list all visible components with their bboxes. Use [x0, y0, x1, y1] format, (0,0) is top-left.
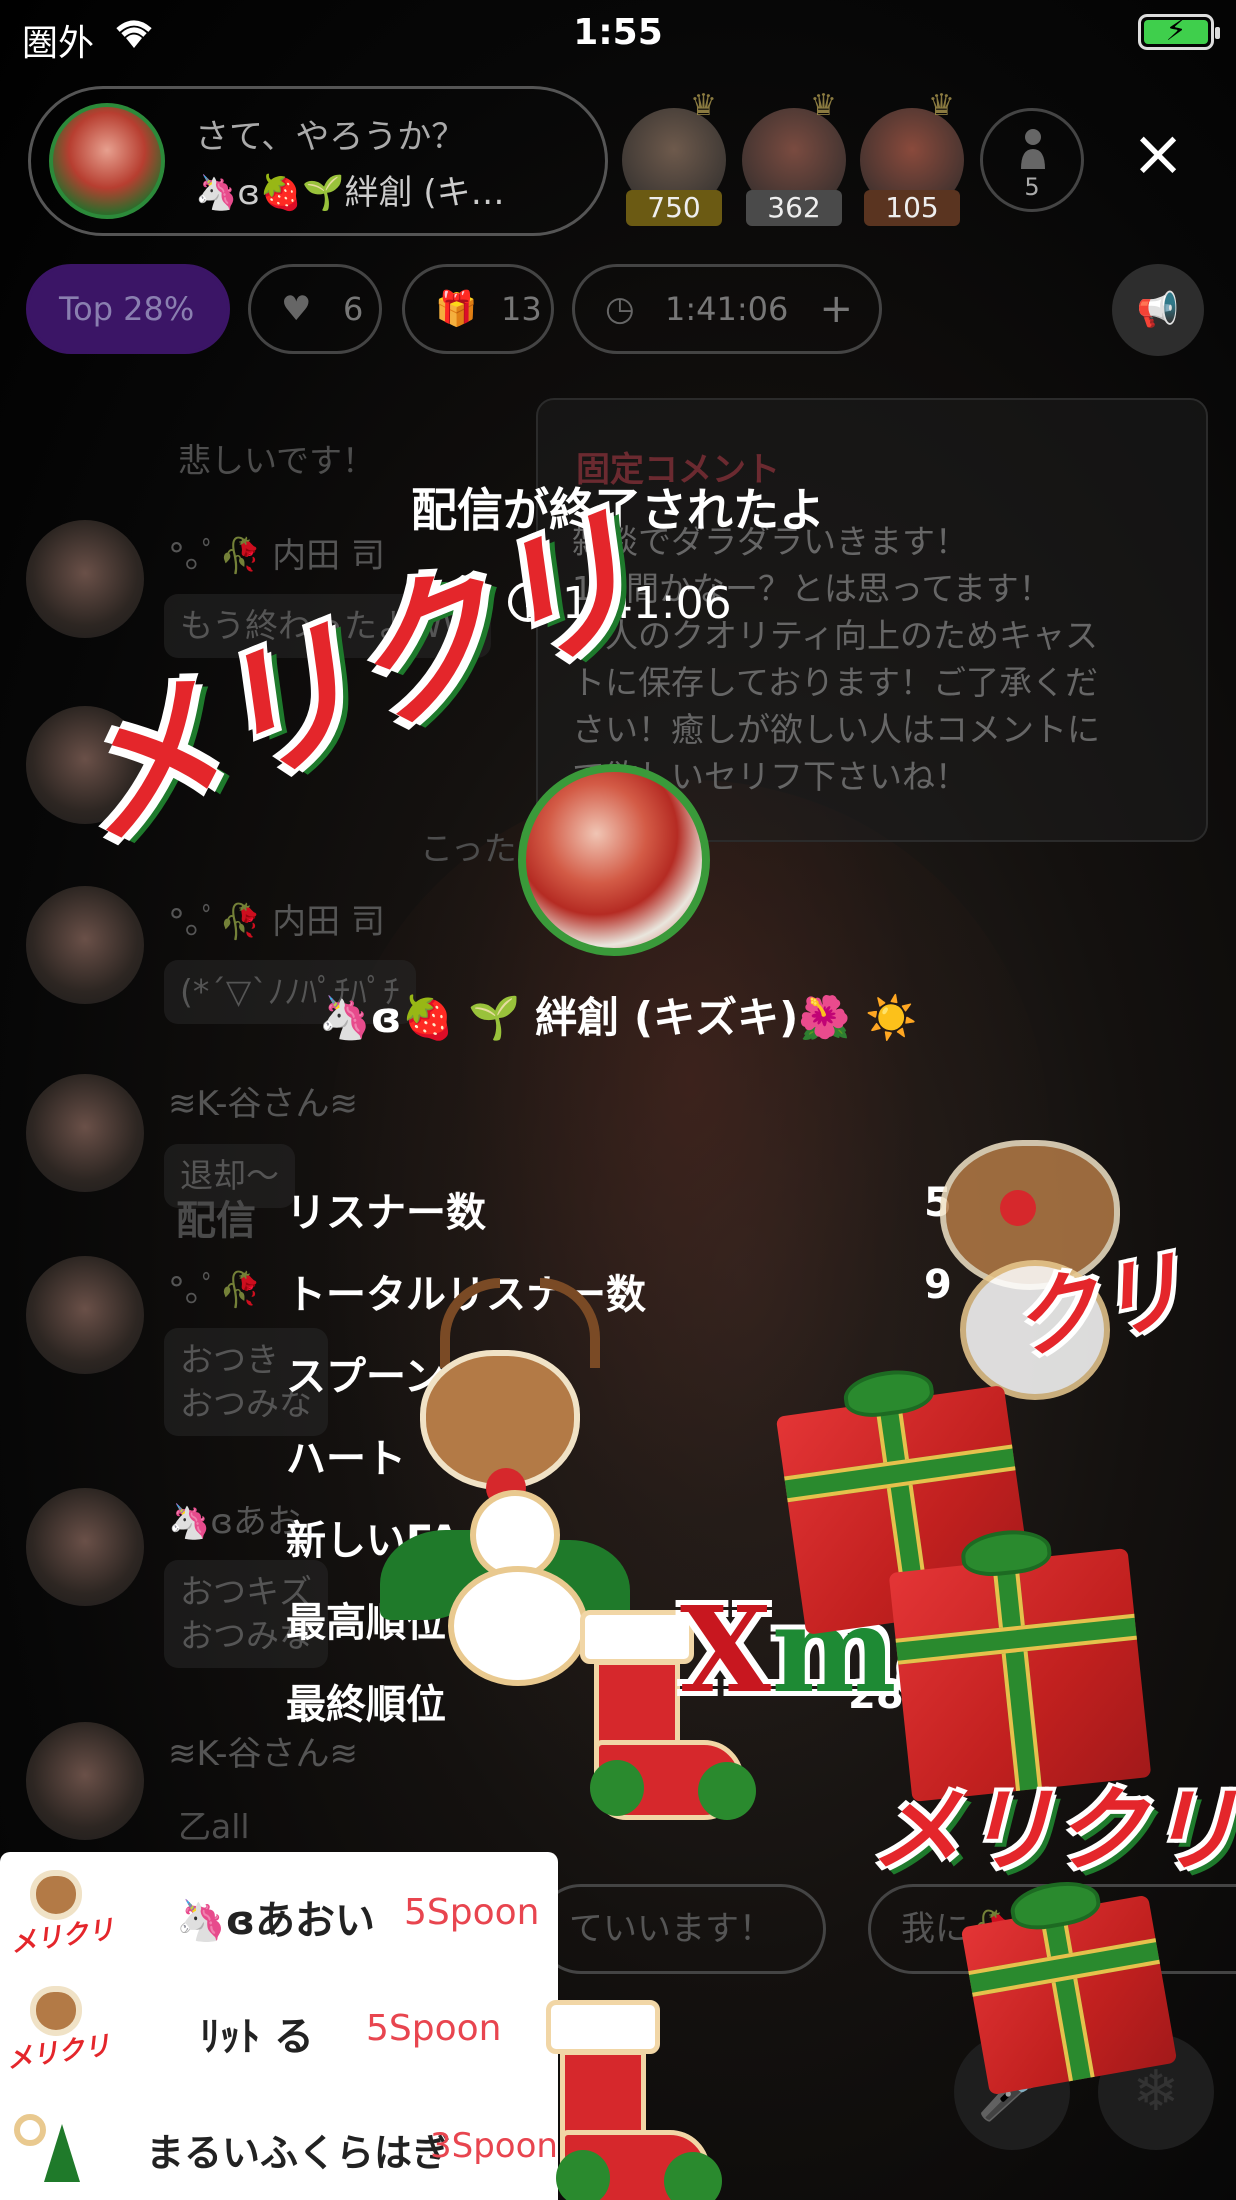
rank-1-avatar[interactable]: ♛ 750 — [622, 88, 726, 226]
heart-icon: ♥ — [281, 289, 312, 329]
listener-count-button[interactable]: 5 — [980, 108, 1084, 212]
reindeer-sticker-icon: メリクリ — [5, 1980, 112, 2080]
stream-ended-title: 配信が終了されたよ — [411, 483, 825, 537]
top-rank-pill[interactable]: Top 28% — [26, 264, 230, 354]
status-time: 1:55 — [573, 12, 663, 53]
heart-count-pill[interactable]: ♥ 6 — [248, 264, 382, 354]
dj-avatar[interactable] — [49, 103, 165, 219]
chat-username: 🦄ɞあお — [168, 1502, 301, 1542]
megaphone-icon[interactable]: 📢 — [1112, 264, 1204, 356]
stat-value-total-listeners: 9 — [924, 1262, 952, 1308]
rank-3-score: 105 — [864, 190, 960, 226]
stocking-sticker — [534, 1980, 734, 2200]
gift-sender: まるいふくらはぎ — [146, 2131, 451, 2175]
clock-icon: ◷ — [605, 289, 635, 329]
gift-amount: 5Spoon — [404, 1892, 540, 1933]
chat-avatar[interactable] — [26, 1074, 144, 1192]
gift-notification: まるいふくらはぎ 3Spoon — [0, 2088, 558, 2200]
status-bar: 圏外 1:55 ⚡ — [0, 0, 1236, 70]
snowman-tree-sticker-icon — [6, 2094, 106, 2194]
host-name: 🦄ɞ🍓 🌱 絆創 (キズキ)🌺 ☀️ — [318, 993, 918, 1042]
crown-icon: ♛ — [928, 88, 955, 123]
snowman-body — [448, 1566, 588, 1686]
chat-avatar[interactable] — [26, 1488, 144, 1606]
reindeer-sticker-icon: メリクリ — [6, 1864, 116, 1964]
merry-christmas-sticker: メリクリ — [870, 1777, 1236, 1884]
stat-label-listeners: リスナー数 — [286, 1190, 486, 1236]
chat-username: ≋K-谷さん≋ — [168, 1734, 358, 1774]
chat-avatar[interactable] — [26, 1722, 144, 1840]
listener-count: 5 — [1024, 173, 1040, 201]
stream-title: さて、やろうか？ — [195, 117, 466, 157]
faded-stream-label: 配信 — [176, 1198, 256, 1244]
chat-message: 乙all — [178, 1807, 250, 1846]
close-icon[interactable]: × — [1130, 122, 1186, 186]
battery-icon: ⚡ — [1138, 13, 1220, 50]
stat-label-spoons: スプーン — [286, 1354, 444, 1400]
rank-2-score: 362 — [746, 190, 842, 226]
quick-comment-pill[interactable]: ていいます！ — [536, 1884, 826, 1974]
gift-sender: 🦄ɞあおい — [176, 1898, 376, 1944]
crown-icon: ♛ — [690, 88, 717, 123]
top-percent: 28% — [123, 290, 195, 328]
chat-message: こった — [420, 829, 517, 868]
rank-3-avatar[interactable]: ♛ 105 — [860, 88, 964, 226]
gift-icon: 🎁 — [435, 289, 478, 329]
rank-2-avatar[interactable]: ♛ 362 — [742, 88, 846, 226]
reindeer-nose — [1000, 1190, 1036, 1226]
chat-username: ≋K-谷さん≋ — [168, 1084, 358, 1124]
chat-username: °｡ﾟ🥀 — [168, 1270, 262, 1310]
gift-notification-panel: メリクリ 🦄ɞあおい 5Spoon メリクリ ﾘｯﾄ る 5Spoon まるいふ… — [0, 1852, 558, 2200]
elapsed-time: 1:41:06 — [665, 290, 789, 328]
gift-count-pill[interactable]: 🎁 13 — [402, 264, 554, 354]
stat-label-hearts: ハート — [286, 1436, 406, 1482]
gift-amount: 5Spoon — [366, 2008, 502, 2049]
person-icon — [1021, 129, 1045, 169]
heart-count: 6 — [343, 290, 364, 328]
dj-info-pill[interactable]: さて、やろうか？ 🦄ɞ🍓🌱絆創 (キ… — [28, 86, 608, 236]
stat-label-final-rank: 最終順位 — [286, 1682, 446, 1728]
pinned-comment-body: 雑談でダラダラいきます！ 1時間かなー？とは思ってます！ 本人のクオリティ向上の… — [572, 522, 1100, 796]
gift-notification: メリクリ 🦄ɞあおい 5Spoon — [0, 1858, 558, 1970]
crown-icon: ♛ — [810, 88, 837, 123]
gift-box-sticker — [960, 1875, 1178, 2096]
rank-1-score: 750 — [626, 190, 722, 226]
gift-sender: ﾘｯﾄ る — [200, 2014, 314, 2060]
add-time-icon[interactable]: + — [819, 267, 853, 351]
gift-count: 13 — [501, 290, 542, 328]
gift-notification: メリクリ ﾘｯﾄ る 5Spoon — [0, 1974, 558, 2086]
chat-username: °｡ﾟ🥀 内田 司 — [168, 902, 385, 942]
elapsed-time-pill[interactable]: ◷ 1:41:06 + — [572, 264, 882, 354]
host-avatar — [518, 764, 710, 956]
dj-name: 🦄ɞ🍓🌱絆創 (キ… — [195, 173, 505, 213]
chat-avatar[interactable] — [26, 1256, 144, 1374]
top-label: Top — [59, 290, 113, 328]
